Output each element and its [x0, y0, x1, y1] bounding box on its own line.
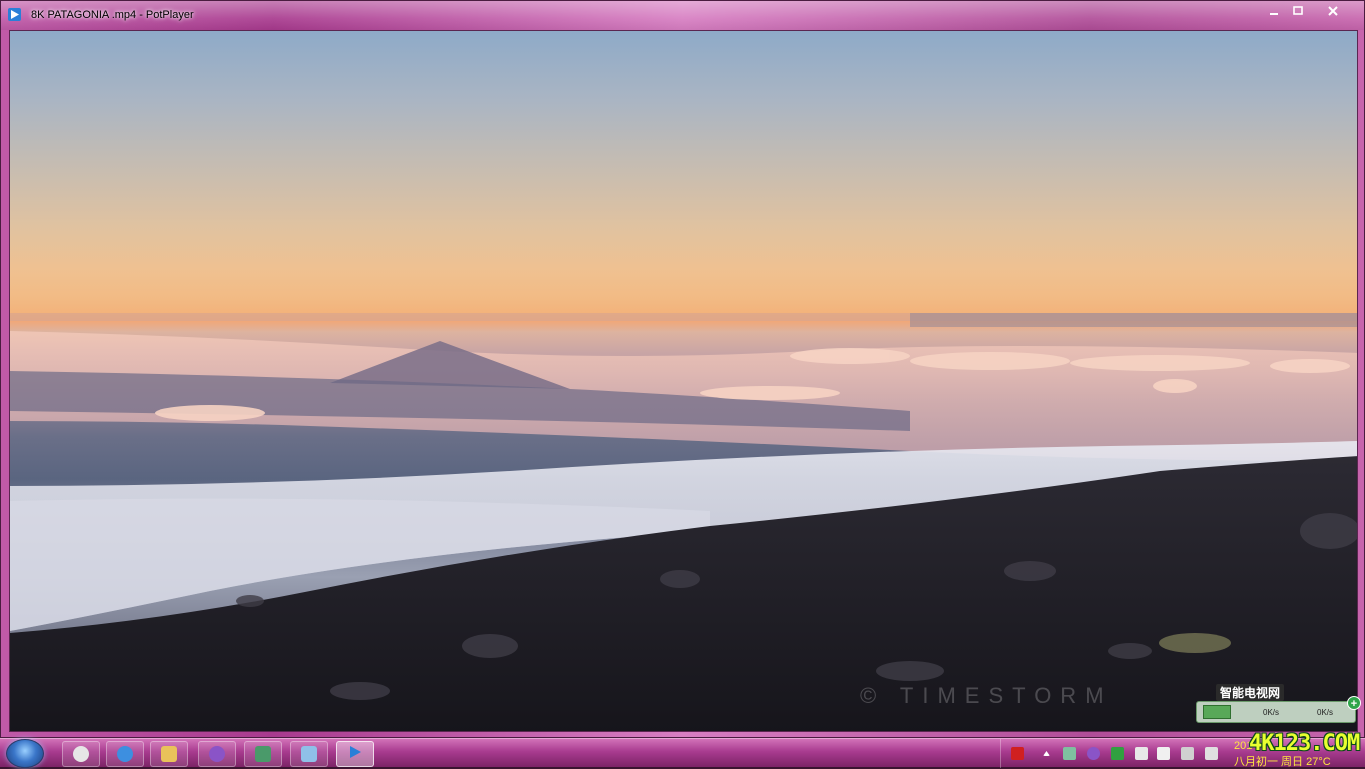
cat-icon	[73, 746, 89, 762]
security-icon[interactable]	[1111, 747, 1124, 760]
volume-icon[interactable]	[1205, 747, 1218, 760]
taskbar-app-5[interactable]	[244, 741, 282, 767]
taskbar	[0, 738, 1365, 768]
taskbar-app-2[interactable]	[106, 741, 144, 767]
maximize-button[interactable]	[1287, 2, 1309, 20]
play-icon[interactable]	[8, 8, 21, 21]
potplayer-window: 8K PATAGONIA .mp4 - PotPlayer © TIMESTOR…	[0, 0, 1365, 738]
video-watermark: © TIMESTORM	[860, 683, 1113, 708]
show-hidden-icons-icon[interactable]	[1043, 751, 1050, 756]
speed-graph-icon	[1203, 705, 1231, 719]
computer-icon	[255, 746, 271, 762]
maximize-icon	[1293, 6, 1303, 15]
media-player-icon	[209, 746, 225, 762]
close-button[interactable]	[1311, 2, 1355, 20]
taskbar-app-4[interactable]	[198, 741, 236, 767]
title-bar[interactable]: 8K PATAGONIA .mp4 - PotPlayer	[1, 1, 1364, 30]
taskbar-app-7[interactable]	[336, 741, 374, 767]
taskbar-app-3[interactable]	[150, 741, 188, 767]
taskbar-app-6[interactable]	[290, 741, 328, 767]
notepad-icon	[301, 746, 317, 762]
video-scene	[10, 313, 1357, 731]
media-icon[interactable]	[1087, 747, 1100, 760]
site-url-watermark: 4K123.COM	[1249, 731, 1360, 756]
input-method-icon[interactable]	[1011, 747, 1024, 760]
minimize-icon	[1270, 13, 1278, 15]
video-frame[interactable]: © TIMESTORM	[9, 30, 1358, 732]
net-speed-widget[interactable]: 0K/s 0K/s +	[1196, 696, 1361, 723]
file-explorer-icon	[161, 746, 177, 762]
minimize-button[interactable]	[1263, 2, 1285, 20]
start-button[interactable]	[6, 739, 44, 768]
internet-explorer-icon	[117, 746, 133, 762]
monitor-icon[interactable]	[1063, 747, 1076, 760]
potplayer-icon	[348, 745, 362, 764]
taskbar-app-1[interactable]	[62, 741, 100, 767]
network-error-icon[interactable]	[1135, 747, 1148, 760]
device-icon[interactable]	[1157, 747, 1170, 760]
close-icon	[1328, 6, 1338, 16]
signal-icon[interactable]	[1181, 747, 1194, 760]
plus-icon[interactable]: +	[1347, 696, 1361, 710]
download-speed: 0K/s	[1317, 708, 1334, 717]
window-title: 8K PATAGONIA .mp4 - PotPlayer	[31, 9, 194, 21]
site-logo: 智能电视网	[1216, 684, 1285, 701]
upload-speed: 0K/s	[1263, 708, 1280, 717]
